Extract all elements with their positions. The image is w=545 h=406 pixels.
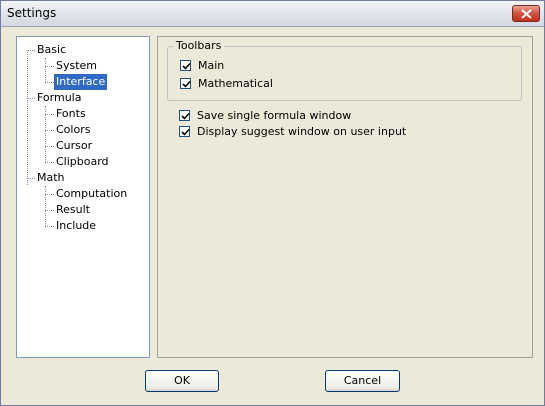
checkmark-icon	[182, 62, 191, 70]
math-toolbar-checkbox[interactable]	[180, 78, 191, 89]
suggest-window-label: Display suggest window on user input	[197, 125, 407, 138]
tree-item-cursor[interactable]: Cursor	[54, 138, 94, 154]
cancel-button[interactable]: Cancel	[325, 370, 400, 392]
tree-item-result[interactable]: Result	[54, 202, 92, 218]
dialog-body: Basic System Interface Formula Fonts Col…	[2, 28, 543, 405]
checkmark-icon	[182, 80, 191, 88]
tree-item-fonts[interactable]: Fonts	[54, 106, 88, 122]
checkmark-icon	[181, 112, 190, 120]
window-title: Settings	[7, 6, 57, 20]
tree-item-math[interactable]: Math	[35, 170, 67, 186]
tree-line	[27, 50, 35, 51]
tree-line	[45, 130, 54, 131]
toolbars-group-label: Toolbars	[173, 39, 225, 52]
tree-line	[45, 226, 54, 227]
tree-item-system[interactable]: System	[54, 58, 99, 74]
title-bar[interactable]: Settings	[1, 1, 544, 27]
tree-line	[45, 194, 54, 195]
tree-line	[45, 146, 54, 147]
tree-item-include[interactable]: Include	[54, 218, 98, 234]
tree-item-clipboard[interactable]: Clipboard	[54, 154, 111, 170]
checkmark-icon	[181, 128, 190, 136]
tree-line	[27, 178, 35, 179]
tree-line	[45, 210, 54, 211]
tree-item-colors[interactable]: Colors	[54, 122, 92, 138]
main-toolbar-label: Main	[198, 59, 225, 72]
main-toolbar-checkbox[interactable]	[180, 60, 191, 71]
tree-line	[45, 114, 54, 115]
category-tree[interactable]: Basic System Interface Formula Fonts Col…	[16, 36, 150, 358]
math-toolbar-label: Mathematical	[198, 77, 273, 90]
tree-item-computation[interactable]: Computation	[54, 186, 129, 202]
tree-branch-line	[45, 186, 46, 226]
save-single-window-label: Save single formula window	[197, 109, 352, 122]
ok-button[interactable]: OK	[145, 370, 219, 392]
tree-line	[45, 162, 54, 163]
tree-root-line	[27, 50, 28, 185]
tree-item-interface[interactable]: Interface	[54, 74, 108, 90]
tree-item-formula[interactable]: Formula	[35, 90, 83, 106]
tree-line	[45, 82, 54, 83]
settings-window: Settings Basic System Interface Formula …	[0, 0, 545, 406]
tree-item-basic[interactable]: Basic	[35, 42, 68, 58]
close-button[interactable]	[512, 5, 540, 22]
tree-branch-line	[45, 58, 46, 82]
toolbars-group: Toolbars Main Mathematical	[167, 39, 522, 101]
close-icon	[521, 9, 532, 19]
tree-line	[27, 98, 35, 99]
settings-panel: Toolbars Main Mathematical Save single f…	[157, 36, 533, 358]
save-single-window-checkbox[interactable]	[179, 110, 190, 121]
suggest-window-checkbox[interactable]	[179, 126, 190, 137]
tree-line	[45, 66, 54, 67]
